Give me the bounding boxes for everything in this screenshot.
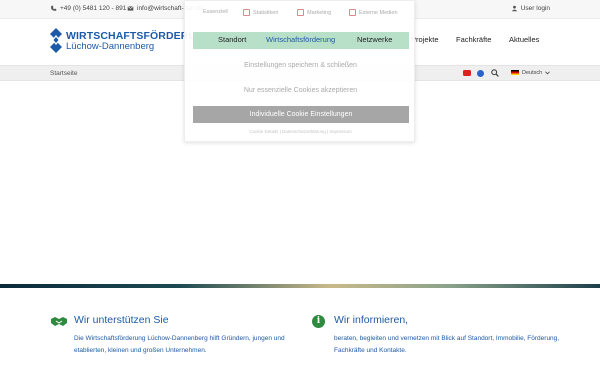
youtube-icon[interactable]	[463, 70, 471, 76]
cookie-category-external-media[interactable]: Externe Medien	[349, 9, 398, 16]
imprint-link[interactable]: Impressum	[329, 129, 351, 134]
nav-item-netzwerke-visible[interactable]: Netzwerke	[357, 35, 392, 44]
language-label: Deutsch	[522, 69, 543, 76]
nav-item-aktuelles[interactable]: Aktuelles	[509, 35, 539, 44]
cookie-category-label: Essenziell	[203, 9, 228, 15]
cookie-details-link[interactable]: Cookie Details	[249, 129, 278, 134]
cookie-footer-links: Cookie Details | Datenschutzerklärung | …	[185, 129, 416, 134]
phone-number: +49 (0) 5481 120 - 891	[60, 5, 127, 12]
info-icon: i	[312, 315, 325, 328]
cookie-consent-dialog: Essenziell Statistiken Marketing Externe…	[184, 0, 415, 142]
logo-diamond-icon	[50, 28, 62, 53]
checkbox-marketing[interactable]	[297, 9, 304, 16]
search-icon[interactable]	[491, 69, 499, 77]
cookie-category-label: Statistiken	[253, 9, 279, 16]
user-login-link[interactable]: User login	[511, 5, 550, 12]
section-support-text: Die Wirtschaftsförderung Lüchow-Dannenbe…	[74, 335, 285, 354]
cookie-category-marketing[interactable]: Marketing	[297, 9, 331, 16]
checkbox-statistics[interactable]	[243, 9, 250, 16]
hero-divider	[0, 284, 600, 288]
login-label: User login	[520, 5, 550, 12]
facebook-icon[interactable]	[477, 69, 484, 77]
essential-only-button[interactable]: Nur essenzielle Cookies akzeptieren	[185, 87, 416, 94]
checkbox-external-media[interactable]	[349, 9, 356, 16]
individual-settings-button[interactable]: Individuelle Cookie Einstellungen	[193, 106, 409, 123]
cookie-category-essential: Essenziell	[203, 9, 228, 15]
section-info-text: beraten, begleiten und vernetzen mit Bli…	[334, 335, 560, 354]
phone-icon	[51, 5, 57, 11]
mail-icon	[127, 6, 134, 11]
language-selector[interactable]: Deutsch	[511, 69, 551, 76]
phone-contact[interactable]: +49 (0) 5481 120 - 891	[50, 5, 126, 12]
section-info-title: Wir informieren,	[334, 314, 409, 326]
privacy-policy-link[interactable]: Datenschutzerklärung	[282, 129, 326, 134]
cookie-category-statistics[interactable]: Statistiken	[243, 9, 278, 16]
save-settings-button[interactable]: Einstellungen speichern & schließen	[185, 62, 416, 69]
section-support-title: Wir unterstützen Sie	[74, 314, 169, 326]
user-icon	[511, 5, 518, 12]
cookie-category-label: Marketing	[307, 9, 332, 16]
nav-item-fachkraefte[interactable]: Fachkräfte	[456, 35, 491, 44]
breadcrumb[interactable]: Startseite	[50, 70, 77, 77]
chevron-down-icon	[545, 70, 551, 74]
nav-item-standort-visible[interactable]: Standort	[218, 35, 246, 44]
flag-icon	[511, 70, 519, 75]
handshake-icon	[51, 317, 67, 326]
nav-item-projekte[interactable]: Projekte	[411, 35, 439, 44]
cookie-category-label: Externe Medien	[359, 9, 398, 16]
nav-item-wirtschaftsfoerderung-visible[interactable]: Wirtschaftsförderung	[266, 35, 335, 44]
